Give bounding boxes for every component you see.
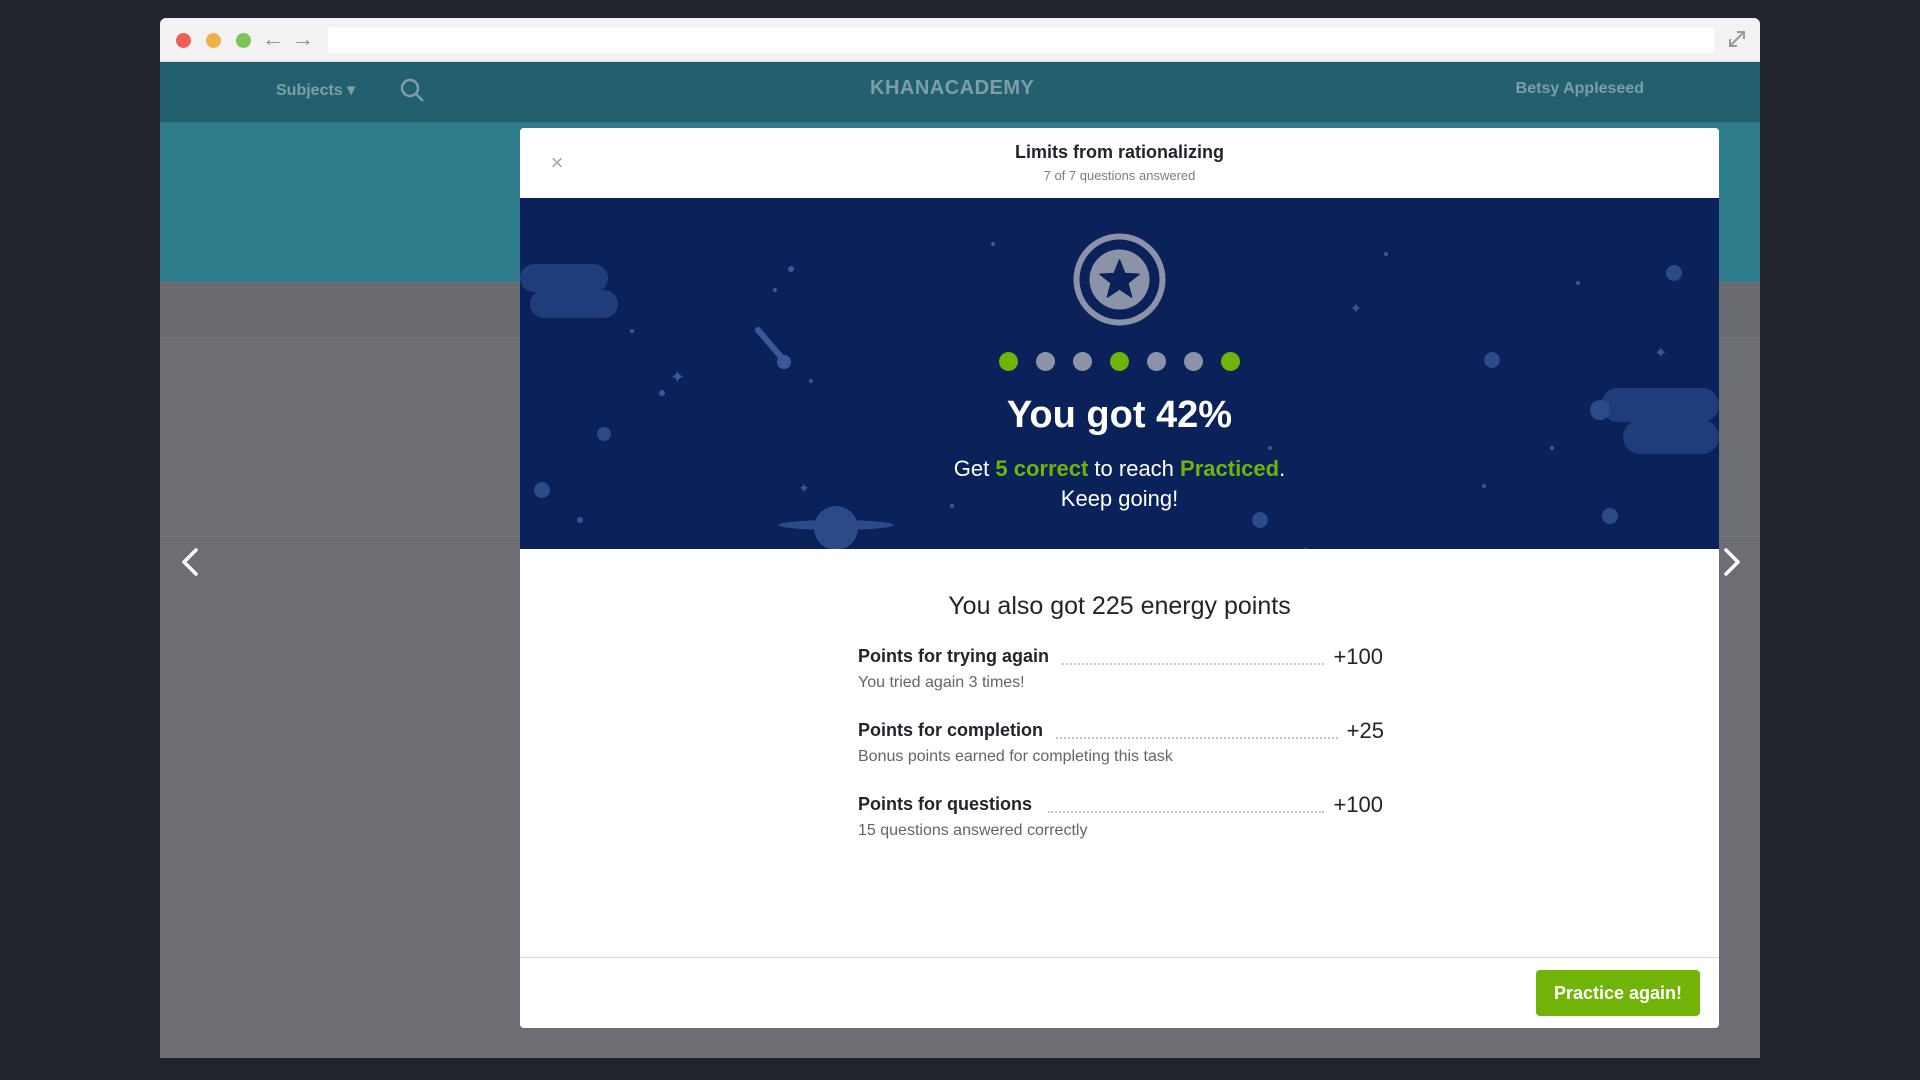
encourage-prefix: Get [953,456,996,481]
points-row: Points for questions +100 15 questions a… [858,792,1384,868]
score-heading: You got 42% [1006,394,1233,436]
subjects-menu[interactable]: Subjects ▾ [276,80,355,100]
encourage-middle: to reach [1088,456,1181,481]
correct-answer-dot [1110,352,1129,371]
correct-count-highlight: 5 correct [995,456,1089,481]
question-progress-dots [520,352,1719,371]
encourage-suffix: . [1279,456,1286,481]
khan-academy-logo[interactable]: KHANACADEMY [870,77,1034,100]
browser-window: ← → Subjects ▾ KHANACADEMY Betsy Applese… [160,18,1760,1058]
points-value: +100 [1333,792,1383,817]
points-detail: 15 questions answered correctly [858,822,1088,839]
mastery-level-highlight: Practiced [1180,456,1280,481]
incorrect-answer-dot [1036,352,1055,371]
dotted-leader [1048,811,1324,813]
browser-toolbar: ← → [160,18,1760,62]
back-arrow-icon[interactable]: ← [262,26,284,52]
points-detail: Bonus points earned for completing this … [858,748,1173,765]
chevron-right-icon[interactable] [1716,542,1746,582]
search-icon[interactable] [398,76,426,104]
minimize-window-button[interactable] [206,33,221,48]
correct-answer-dot [1221,352,1240,371]
dotted-leader [1056,737,1338,739]
incorrect-answer-dot [1184,352,1203,371]
address-bar[interactable] [328,27,1714,53]
modal-title: Limits from rationalizing [1014,142,1224,162]
incorrect-answer-dot [1147,352,1166,371]
dotted-leader [1062,663,1324,665]
points-label: Points for trying again [858,646,1058,667]
maximize-window-button[interactable] [236,33,251,48]
practice-again-button[interactable]: Practice again! [1536,970,1700,1016]
points-label: Points for questions [858,794,1041,815]
points-breakdown: Points for trying again +100 You tried a… [858,644,1384,868]
expand-icon[interactable] [1726,28,1748,50]
keep-going-text: Keep going! [1060,486,1179,511]
points-value: +25 [1346,718,1384,743]
close-window-button[interactable] [176,33,191,48]
encouragement-text: Get 5 correct to reach Practiced. Keep g… [520,454,1719,514]
correct-answer-dot [999,352,1018,371]
points-row: Points for completion +25 Bonus points e… [858,718,1384,794]
user-menu[interactable]: Betsy Appleseed [1516,80,1644,98]
points-row: Points for trying again +100 You tried a… [858,644,1384,720]
incorrect-answer-dot [1073,352,1092,371]
modal-footer: Practice again! [520,957,1719,1028]
modal-subtitle: 7 of 7 questions answered [1043,168,1196,183]
forward-arrow-icon[interactable]: → [292,26,314,52]
site-header: Subjects ▾ KHANACADEMY Betsy Appleseed [160,62,1760,122]
results-modal: × Limits from rationalizing 7 of 7 quest… [520,128,1719,1028]
results-hero: ✦ ✦ ✦ ✦ ✦ You got 42% Get 5 correct to r… [520,198,1719,549]
svg-text:✦: ✦ [1300,543,1312,549]
chevron-left-icon[interactable] [176,542,206,582]
points-label: Points for completion [858,720,1052,741]
points-detail: You tried again 3 times! [858,674,1025,691]
points-value: +100 [1333,644,1383,669]
star-badge-icon [1073,233,1166,326]
energy-points-heading: You also got 225 energy points [948,592,1291,620]
svg-text:✦: ✦ [1350,300,1362,316]
modal-header: × Limits from rationalizing 7 of 7 quest… [520,128,1719,198]
